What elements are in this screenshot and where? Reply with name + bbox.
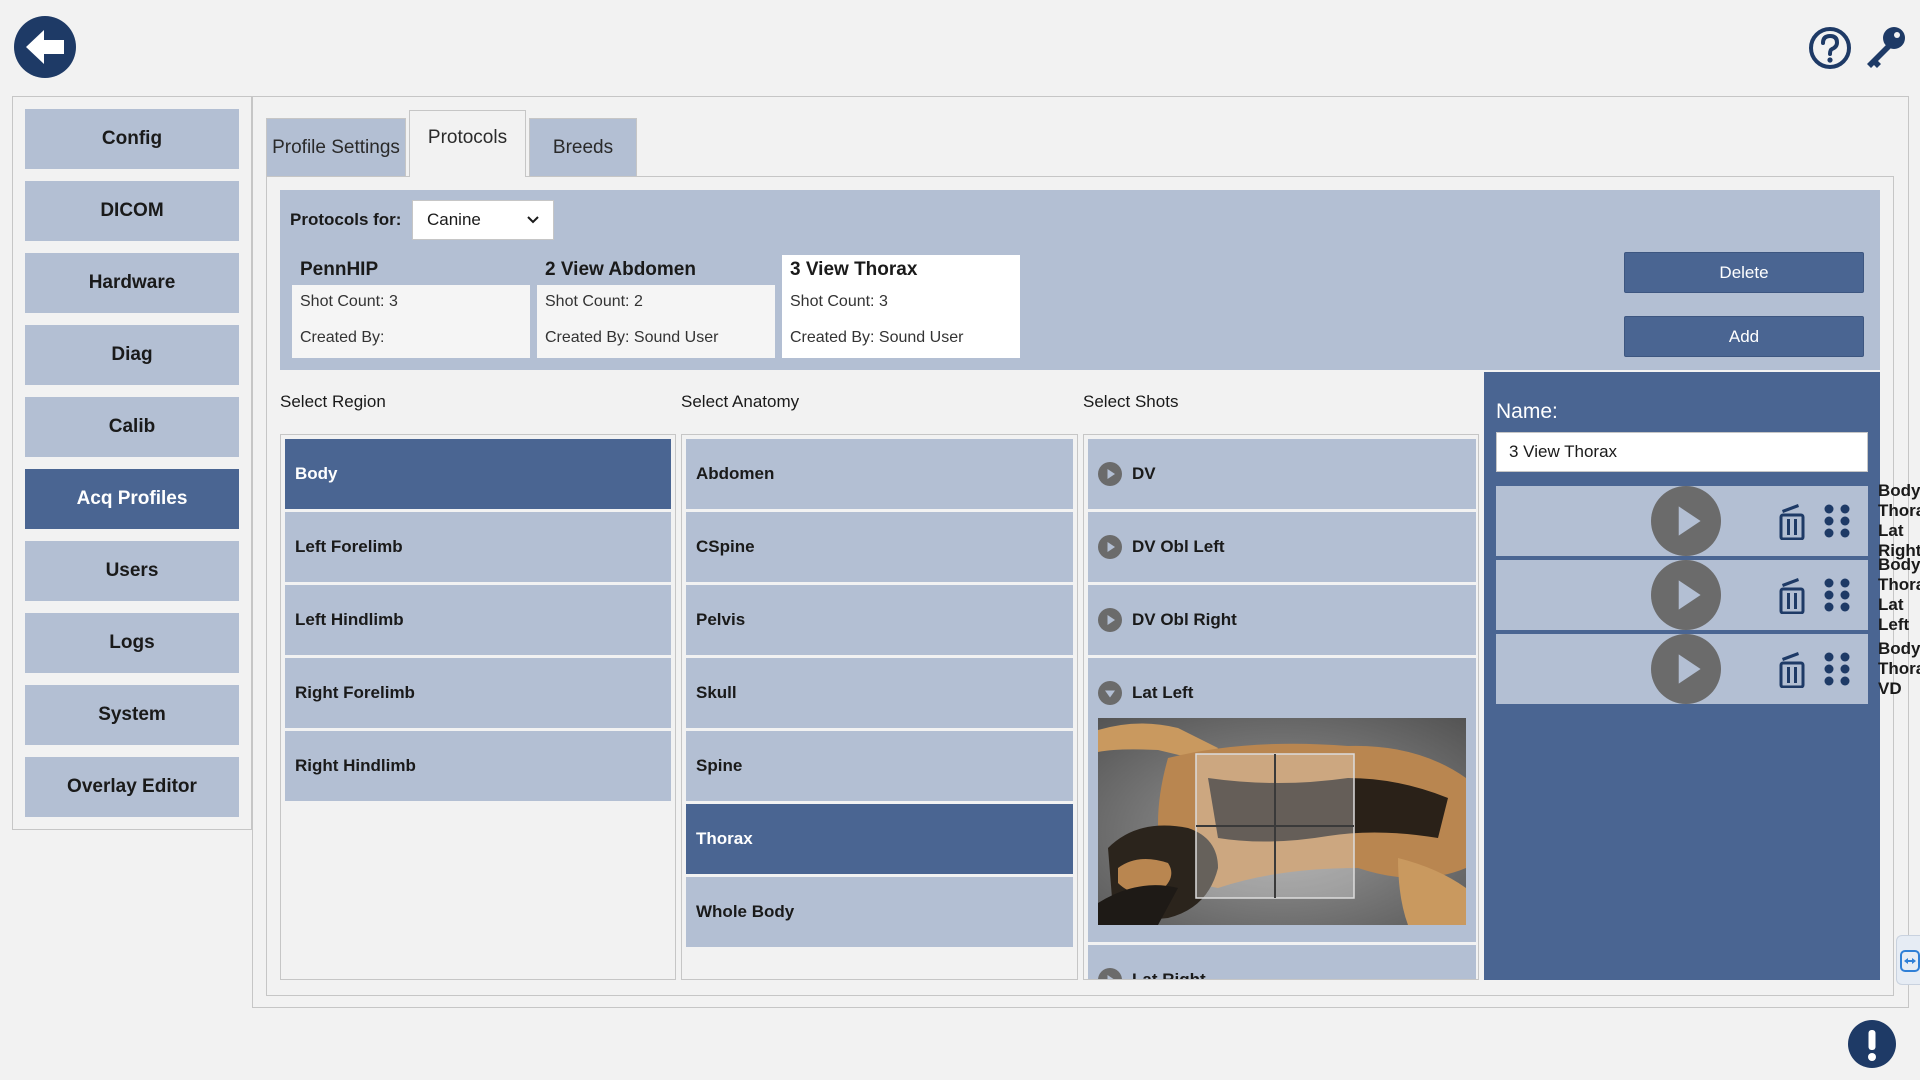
trash-icon[interactable]	[1778, 576, 1806, 614]
nav-system[interactable]: System	[25, 685, 239, 745]
select-shots-title: Select Shots	[1083, 392, 1179, 411]
shot-item-lat-right[interactable]: Lat Right	[1088, 945, 1476, 980]
remote-support-icon	[1900, 950, 1920, 972]
help-button[interactable]	[1808, 26, 1852, 70]
shot-header: DV	[1098, 439, 1156, 509]
nav-diag[interactable]: Diag	[25, 325, 239, 385]
region-list: Body Left Forelimb Left Hindlimb Right F…	[280, 434, 676, 980]
shot-preview-image	[1098, 718, 1466, 925]
shot-label: DV Obl Right	[1132, 610, 1237, 629]
chevron-down-icon	[527, 216, 539, 224]
select-anatomy-title: Select Anatomy	[681, 392, 800, 411]
protocol-shot-count: Shot Count: 3	[300, 293, 398, 310]
anatomy-item-pelvis[interactable]: Pelvis	[686, 585, 1073, 655]
play-icon	[1651, 486, 1721, 556]
protocol-name: PennHIP	[292, 255, 530, 285]
nav-logs[interactable]: Logs	[25, 613, 239, 673]
trash-icon[interactable]	[1778, 502, 1806, 540]
play-icon	[1651, 634, 1721, 704]
nav-dicom[interactable]: DICOM	[25, 181, 239, 241]
anatomy-item-thorax[interactable]: Thorax	[686, 804, 1073, 874]
alert-button[interactable]	[1848, 1020, 1896, 1068]
protocol-created-by: Created By: Sound User	[790, 329, 964, 346]
selected-shot-item[interactable]: Body Thorax Lat Left	[1496, 555, 1920, 634]
back-button[interactable]	[14, 16, 76, 78]
region-item-right-forelimb[interactable]: Right Forelimb	[285, 658, 671, 728]
back-arrow-icon	[26, 30, 64, 64]
settings-nav: Config DICOM Hardware Diag Calib Acq Pro…	[12, 96, 252, 830]
protocol-name-input[interactable]: 3 View Thorax	[1496, 432, 1868, 472]
protocols-for-label: Protocols for:	[290, 210, 402, 229]
anatomy-item-abdomen[interactable]: Abdomen	[686, 439, 1073, 509]
protocol-card-3-view-thorax[interactable]: 3 View Thorax Shot Count: 3 Created By: …	[782, 255, 1020, 358]
region-item-left-hindlimb[interactable]: Left Hindlimb	[285, 585, 671, 655]
delete-protocol-button[interactable]: Delete	[1624, 252, 1864, 293]
shot-label: DV	[1132, 464, 1156, 483]
play-icon	[1098, 968, 1122, 979]
shot-header: DV Obl Left	[1098, 512, 1225, 582]
protocol-card-pennhip[interactable]: PennHIP Shot Count: 3 Created By:	[292, 255, 530, 358]
shot-label: Lat Right	[1132, 970, 1206, 980]
species-select[interactable]: Canine	[412, 200, 554, 240]
selected-shot-item[interactable]: Body Thorax Lat Right	[1496, 481, 1920, 560]
protocol-name: 2 View Abdomen	[537, 255, 775, 285]
key-icon	[1867, 27, 1905, 68]
nav-hardware[interactable]: Hardware	[25, 253, 239, 313]
protocol-shot-count: Shot Count: 3	[790, 293, 888, 310]
shot-header: DV Obl Right	[1098, 585, 1237, 655]
anatomy-list: Abdomen CSpine Pelvis Skull Spine Thorax…	[681, 434, 1078, 980]
protocol-created-by: Created By: Sound User	[545, 329, 719, 346]
species-selected-value: Canine	[427, 210, 481, 229]
nav-overlay-editor[interactable]: Overlay Editor	[25, 757, 239, 817]
selected-shot-label: Body Thorax VD	[1878, 639, 1920, 698]
remote-support-tab[interactable]	[1896, 935, 1920, 985]
nav-config[interactable]: Config	[25, 109, 239, 169]
play-icon	[1651, 560, 1721, 630]
play-icon	[1098, 608, 1122, 632]
tab-breeds[interactable]: Breeds	[529, 118, 637, 177]
tab-profile-settings[interactable]: Profile Settings	[266, 118, 406, 177]
drag-handle-icon[interactable]	[1822, 651, 1852, 687]
nav-users[interactable]: Users	[25, 541, 239, 601]
protocol-name: 3 View Thorax	[782, 255, 1020, 285]
tab-protocols[interactable]: Protocols	[409, 110, 526, 177]
selected-shot-item[interactable]: Body Thorax VD	[1496, 634, 1920, 704]
play-icon	[1098, 462, 1122, 486]
region-item-left-forelimb[interactable]: Left Forelimb	[285, 512, 671, 582]
shot-label: Lat Left	[1132, 683, 1194, 702]
anatomy-item-whole-body[interactable]: Whole Body	[686, 877, 1073, 947]
drag-handle-icon[interactable]	[1822, 503, 1852, 539]
shot-label: DV Obl Left	[1132, 537, 1225, 556]
selected-shot-label: Body Thorax Lat Left	[1878, 555, 1920, 634]
dog-lateral-photo	[1098, 718, 1466, 925]
shot-item-lat-left[interactable]: Lat Left	[1088, 658, 1476, 942]
help-icon	[1809, 27, 1851, 69]
nav-acq-profiles[interactable]: Acq Profiles	[25, 469, 239, 529]
key-button[interactable]	[1862, 24, 1908, 70]
add-protocol-button[interactable]: Add	[1624, 316, 1864, 357]
select-region-title: Select Region	[280, 392, 386, 411]
protocol-shot-count: Shot Count: 2	[545, 293, 643, 310]
protocol-card-2-view-abdomen[interactable]: 2 View Abdomen Shot Count: 2 Created By:…	[537, 255, 775, 358]
anatomy-item-skull[interactable]: Skull	[686, 658, 1073, 728]
region-item-right-hindlimb[interactable]: Right Hindlimb	[285, 731, 671, 801]
name-label: Name:	[1496, 400, 1558, 423]
anatomy-item-cspine[interactable]: CSpine	[686, 512, 1073, 582]
protocol-created-by: Created By:	[300, 329, 385, 346]
shot-item-dv[interactable]: DV	[1088, 439, 1476, 509]
nav-calib[interactable]: Calib	[25, 397, 239, 457]
chevron-down-icon	[1098, 681, 1122, 705]
drag-handle-icon[interactable]	[1822, 577, 1852, 613]
shot-item-dv-obl-left[interactable]: DV Obl Left	[1088, 512, 1476, 582]
selected-shot-label: Body Thorax Lat Right	[1878, 481, 1920, 560]
anatomy-item-spine[interactable]: Spine	[686, 731, 1073, 801]
shot-header: Lat Right	[1098, 945, 1206, 980]
alert-icon	[1868, 1030, 1876, 1061]
trash-icon[interactable]	[1778, 650, 1806, 688]
shots-list: DV DV Obl Left DV Obl Right Lat Left Lat…	[1083, 434, 1479, 980]
region-item-body[interactable]: Body	[285, 439, 671, 509]
shot-item-dv-obl-right[interactable]: DV Obl Right	[1088, 585, 1476, 655]
play-icon	[1098, 535, 1122, 559]
